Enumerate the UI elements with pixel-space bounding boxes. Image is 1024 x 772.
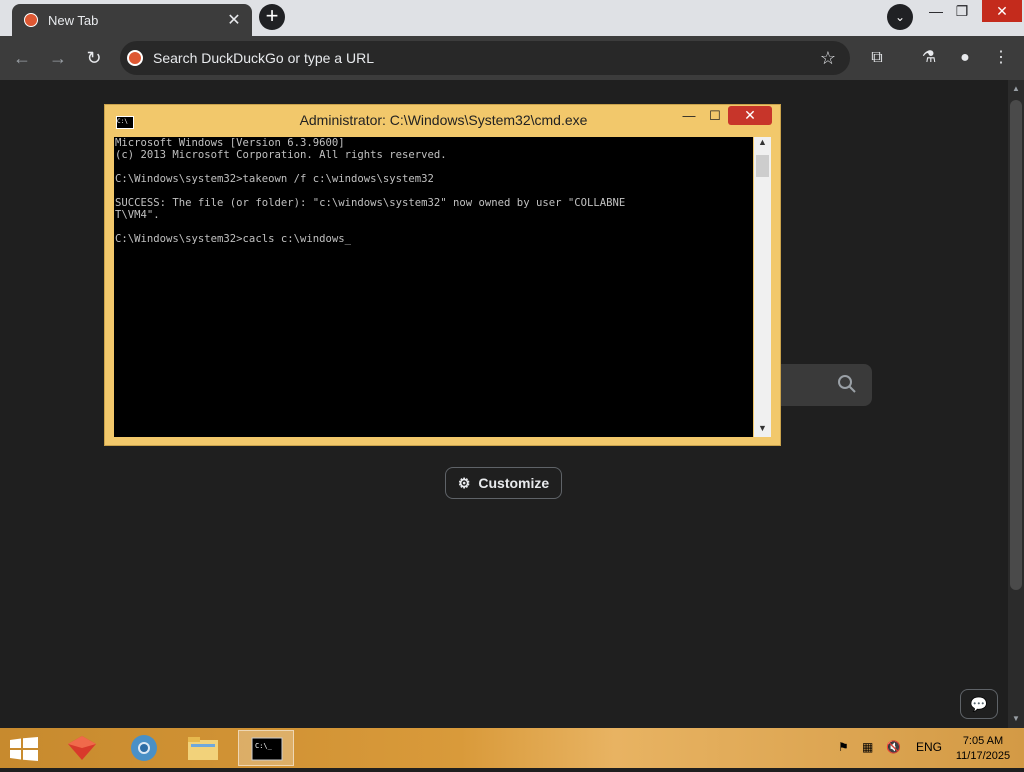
duckduckgo-icon — [127, 50, 143, 66]
cmd-close-button[interactable]: ✕ — [728, 106, 772, 125]
taskbar-app-chrome[interactable] — [116, 730, 172, 766]
close-tab-icon[interactable]: ✕ — [224, 10, 244, 30]
taskbar-app-file-explorer[interactable] — [175, 730, 231, 766]
tab-title: New Tab — [48, 12, 99, 28]
profile-icon[interactable]: ● — [954, 47, 976, 69]
clock-date: 11/17/2025 — [955, 750, 1011, 762]
console-line: C:\Windows\system32>cacls c:\windows — [115, 233, 345, 245]
tab-new-tab[interactable]: New Tab ✕ — [12, 4, 252, 36]
bookmark-star-icon[interactable]: ☆ — [820, 48, 836, 69]
labs-flask-icon[interactable]: ⚗ — [918, 47, 940, 69]
sliders-icon: ⚙ — [457, 474, 471, 491]
console-line: C:\Windows\system32>takeown /f c:\window… — [115, 173, 434, 185]
volume-muted-icon[interactable]: 🔇 — [886, 740, 901, 754]
console-line: (c) 2013 Microsoft Corporation. All righ… — [115, 149, 447, 161]
console-scrollbar[interactable] — [754, 137, 771, 437]
tab-search-button[interactable]: ⌄ — [887, 4, 913, 30]
page-scrollbar-thumb[interactable] — [1010, 100, 1022, 590]
console-scrollbar-thumb[interactable] — [756, 155, 769, 177]
back-icon[interactable]: ← — [10, 46, 34, 70]
duckduckgo-icon — [24, 13, 38, 27]
language-indicator[interactable]: ENG — [916, 740, 942, 754]
search-icon[interactable] — [837, 374, 859, 396]
console-line: T\VM4". — [115, 209, 160, 221]
customize-label: Customize — [478, 475, 550, 491]
cmd-minimize-button[interactable]: — — [676, 107, 702, 125]
new-tab-button[interactable]: + — [259, 4, 285, 30]
minimize-window-button[interactable]: — — [922, 0, 950, 24]
console-line: Microsoft Windows [Version 6.3.9600] — [115, 137, 345, 149]
clock[interactable]: 7:05 AM 11/17/2025 — [948, 734, 1018, 764]
console-scroll-down-icon[interactable]: ▼ — [754, 423, 771, 433]
customize-button[interactable]: ⚙ Customize — [445, 467, 562, 499]
close-window-button[interactable]: ✕ — [982, 0, 1022, 22]
action-center-flag-icon[interactable]: ⚑ — [838, 740, 849, 754]
taskbar-app-cmd[interactable]: C:\_ — [238, 730, 294, 766]
address-bar-placeholder: Search DuckDuckGo or type a URL — [153, 50, 374, 66]
clock-time: 7:05 AM — [962, 735, 1004, 747]
chat-bubble-icon: 💬 — [970, 696, 988, 712]
menu-icon[interactable]: ⋮ — [990, 47, 1012, 69]
console-line: SUCCESS: The file (or folder): "c:\windo… — [115, 197, 626, 209]
console-scroll-up-icon[interactable]: ▲ — [754, 137, 771, 147]
windows-start-icon[interactable] — [10, 737, 38, 761]
extensions-icon[interactable]: ⧉ — [866, 47, 888, 69]
forward-icon[interactable]: → — [46, 46, 70, 70]
console-text: Microsoft Windows [Version 6.3.9600] (c)… — [114, 137, 753, 245]
scroll-up-icon[interactable]: ▲ — [1010, 84, 1022, 93]
feedback-button[interactable]: 💬 — [960, 689, 998, 719]
reload-icon[interactable]: ↻ — [82, 46, 106, 70]
console-output[interactable]: Microsoft Windows [Version 6.3.9600] (c)… — [114, 137, 753, 437]
svg-text:C:\_: C:\_ — [255, 742, 273, 750]
cmd-maximize-button[interactable]: ☐ — [702, 107, 728, 125]
network-icon[interactable]: ▦ — [862, 740, 873, 754]
taskbar-app-red-cube[interactable] — [54, 730, 110, 766]
restore-window-button[interactable]: ❐ — [948, 0, 976, 24]
address-bar[interactable]: Search DuckDuckGo or type a URL ☆ — [120, 41, 850, 75]
scroll-down-icon[interactable]: ▼ — [1010, 714, 1022, 723]
text-cursor: _ — [344, 233, 351, 245]
cmd-window[interactable]: C:\ Administrator: C:\Windows\System32\c… — [104, 104, 781, 446]
